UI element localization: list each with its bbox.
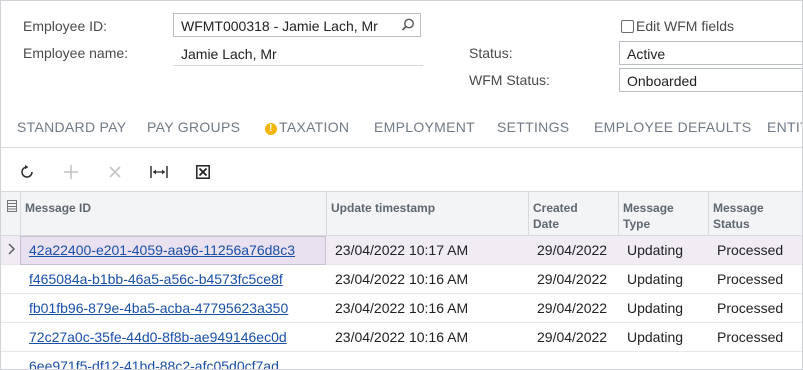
add-icon[interactable] bbox=[60, 161, 82, 183]
tab-employee-defaults[interactable]: EMPLOYEE DEFAULTS bbox=[594, 119, 751, 135]
export-excel-icon[interactable] bbox=[192, 161, 214, 183]
header-update-timestamp[interactable]: Update timestamp bbox=[331, 200, 435, 216]
table-row[interactable]: f465084a-b1bb-46a5-a56c-b4573fc5ce8f 23/… bbox=[1, 265, 802, 294]
message-id-link[interactable]: f465084a-b1bb-46a5-a56c-b4573fc5ce8f bbox=[29, 271, 283, 287]
message-status-cell: Processed bbox=[717, 242, 784, 258]
tab-employment[interactable]: EMPLOYMENT bbox=[374, 119, 475, 135]
refresh-icon[interactable] bbox=[16, 161, 38, 183]
update-timestamp-cell: 23/04/2022 10:17 AM bbox=[335, 242, 469, 258]
employee-name-underline bbox=[173, 65, 423, 66]
message-id-link[interactable]: 72c27a0c-35fe-44d0-8f8b-ae949146ec0d bbox=[29, 329, 287, 345]
message-status-cell: Processed bbox=[717, 271, 784, 287]
message-type-cell: Updating bbox=[627, 242, 684, 258]
message-status-cell: Processed bbox=[717, 329, 784, 345]
header-message-type[interactable]: Message Type bbox=[623, 200, 674, 232]
employee-wfm-screen: Employee ID: WFMT000318 - Jamie Lach, Mr… bbox=[0, 0, 803, 370]
created-date-cell: 29/04/2022 bbox=[537, 271, 608, 287]
status-label: Status: bbox=[469, 45, 513, 61]
edit-wfm-fields-label: Edit WFM fields bbox=[636, 18, 735, 34]
table-row[interactable]: fb01fb96-879e-4ba5-acba-47795623a350 23/… bbox=[1, 294, 802, 323]
delete-icon[interactable] bbox=[104, 161, 126, 183]
update-timestamp-cell: 23/04/2022 10:16 AM bbox=[335, 271, 469, 287]
wfm-status-value: Onboarded bbox=[627, 73, 698, 89]
message-id-link[interactable]: 6ee971f5-df12-41bd-88c2-afc05d0cf7ad bbox=[29, 358, 279, 369]
update-timestamp-cell: 23/04/2022 10:16 AM bbox=[335, 300, 469, 316]
header-message-status[interactable]: Message Status bbox=[713, 200, 802, 232]
message-id-link[interactable]: fb01fb96-879e-4ba5-acba-47795623a350 bbox=[29, 300, 288, 316]
column-divider bbox=[20, 192, 21, 237]
tab-entitlements[interactable]: ENTIT bbox=[767, 119, 802, 135]
search-icon[interactable] bbox=[400, 17, 416, 33]
table-row[interactable]: 42a22400-e201-4059-aa96-11256a76d8c3 23/… bbox=[1, 236, 802, 265]
created-date-cell: 29/04/2022 bbox=[537, 329, 608, 345]
column-divider bbox=[326, 192, 327, 237]
message-type-cell: Updating bbox=[627, 271, 684, 287]
employee-name-label: Employee name: bbox=[23, 45, 129, 61]
update-timestamp-cell: 23/04/2022 10:16 AM bbox=[335, 329, 469, 345]
tab-pay-groups[interactable]: PAY GROUPS bbox=[147, 119, 240, 135]
tab-standard-pay[interactable]: STANDARD PAY bbox=[17, 119, 126, 135]
column-divider bbox=[528, 192, 529, 237]
edit-wfm-fields-checkbox[interactable] bbox=[621, 20, 634, 33]
status-dropdown[interactable]: Active bbox=[619, 41, 802, 65]
message-status-cell: Processed bbox=[717, 300, 784, 316]
warning-icon: ! bbox=[265, 123, 277, 135]
employee-id-selector[interactable]: WFMT000318 - Jamie Lach, Mr bbox=[173, 13, 421, 37]
tab-taxation[interactable]: ! TAXATION bbox=[265, 119, 349, 135]
employee-id-value: WFMT000318 - Jamie Lach, Mr bbox=[181, 18, 378, 34]
wfm-status-label: WFM Status: bbox=[469, 72, 550, 88]
table-row[interactable]: 72c27a0c-35fe-44d0-8f8b-ae949146ec0d 23/… bbox=[1, 323, 802, 352]
header-created-date[interactable]: Created Date bbox=[533, 200, 578, 232]
fit-columns-icon[interactable] bbox=[148, 161, 170, 183]
created-date-cell: 29/04/2022 bbox=[537, 300, 608, 316]
message-id-link[interactable]: 42a22400-e201-4059-aa96-11256a76d8c3 bbox=[29, 242, 295, 258]
table-row[interactable]: 6ee971f5-df12-41bd-88c2-afc05d0cf7ad bbox=[1, 352, 802, 369]
tab-settings[interactable]: SETTINGS bbox=[497, 119, 569, 135]
employee-name-value: Jamie Lach, Mr bbox=[181, 46, 277, 62]
column-divider bbox=[618, 192, 619, 237]
column-chooser-icon[interactable] bbox=[7, 199, 17, 215]
column-divider bbox=[708, 192, 709, 237]
row-selected-indicator-icon bbox=[8, 242, 15, 258]
grid-header: Message ID Update timestamp Created Date … bbox=[1, 191, 802, 237]
message-type-cell: Updating bbox=[627, 329, 684, 345]
tab-taxation-label: TAXATION bbox=[279, 119, 350, 135]
employee-id-label: Employee ID: bbox=[23, 18, 108, 34]
message-type-cell: Updating bbox=[627, 300, 684, 316]
tab-bar: STANDARD PAY PAY GROUPS ! TAXATION EMPLOY… bbox=[1, 105, 802, 148]
header-message-id[interactable]: Message ID bbox=[25, 200, 91, 216]
wfm-status-dropdown[interactable]: Onboarded bbox=[619, 68, 802, 92]
created-date-cell: 29/04/2022 bbox=[537, 242, 608, 258]
status-value: Active bbox=[627, 46, 666, 62]
